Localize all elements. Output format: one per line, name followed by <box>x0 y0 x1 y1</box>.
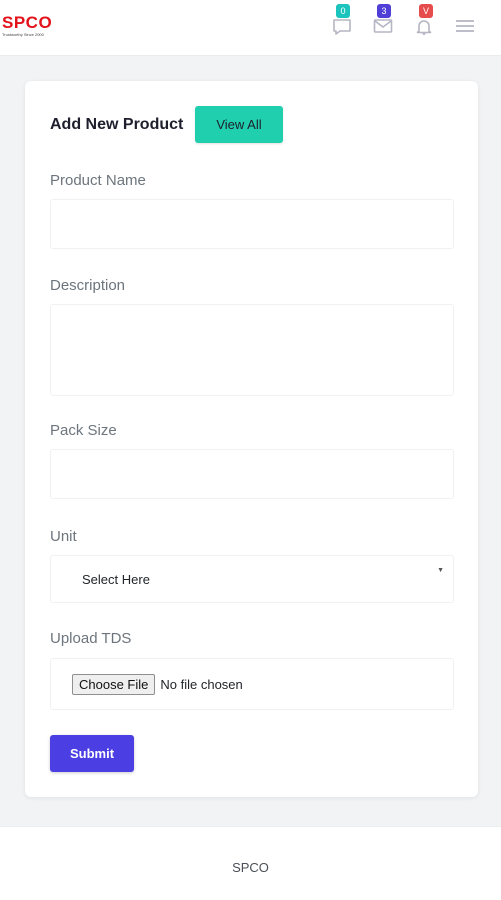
product-name-label: Product Name <box>50 172 146 189</box>
pack-size-input[interactable] <box>50 449 454 499</box>
notification-button[interactable]: V <box>410 4 440 40</box>
unit-selected-value: Select Here <box>82 571 150 587</box>
footer-text: SPCO <box>232 860 269 875</box>
mail-icon <box>373 19 393 33</box>
chat-badge: 0 <box>336 4 350 18</box>
hamburger-menu-icon <box>456 20 474 32</box>
product-name-input[interactable] <box>50 199 454 249</box>
menu-toggle-button[interactable] <box>450 10 480 40</box>
description-textarea[interactable] <box>50 304 454 396</box>
mail-button[interactable]: 3 <box>368 4 398 40</box>
view-all-button[interactable]: View All <box>195 106 283 143</box>
brand-logo[interactable]: SPCO Trustworthy Since 2000 <box>2 14 62 37</box>
choose-file-button[interactable]: Choose File <box>72 673 156 695</box>
upload-tds-field: Choose File No file chosen <box>50 658 454 710</box>
pack-size-label: Pack Size <box>50 422 117 439</box>
top-navbar: SPCO Trustworthy Since 2000 0 3 V <box>0 0 501 56</box>
chat-button[interactable]: 0 <box>327 4 357 40</box>
logo-tagline: Trustworthy Since 2000 <box>2 32 44 37</box>
notification-badge: V <box>419 4 433 18</box>
unit-label: Unit <box>50 528 77 545</box>
description-label: Description <box>50 277 126 294</box>
page-title: Add New Product <box>50 116 184 133</box>
chevron-down-icon: ▼ <box>437 567 444 574</box>
unit-select[interactable]: Select Here ▼ <box>50 555 454 603</box>
logo-text: SPCO <box>2 13 53 32</box>
footer: SPCO <box>0 826 501 900</box>
upload-tds-label: Upload TDS <box>50 630 132 647</box>
file-status-text: No file chosen <box>160 676 243 692</box>
chat-icon <box>333 19 351 35</box>
submit-button[interactable]: Submit <box>50 735 134 772</box>
mail-badge: 3 <box>377 4 391 18</box>
bell-icon <box>416 20 432 35</box>
add-product-card: Add New Product View All Product Name De… <box>25 81 478 797</box>
